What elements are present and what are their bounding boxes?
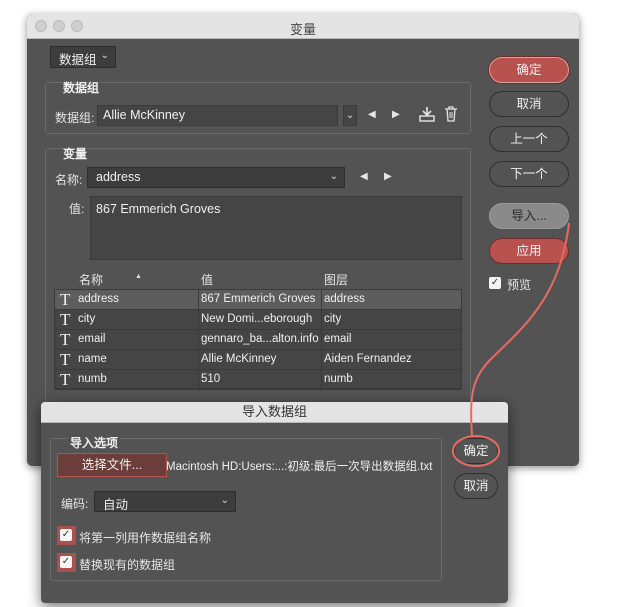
row-layer: email [324,333,352,345]
column-header-layer[interactable]: 图层 [324,271,348,288]
column-divider [198,310,199,329]
table-row[interactable]: T name Allie McKinney Aiden Fernandez [55,350,461,370]
row-layer: Aiden Fernandez [324,353,412,365]
column-header-value[interactable]: 值 [201,271,213,288]
preview-checkbox[interactable]: ✓ [489,277,501,289]
variables-table: T address 867 Emmerich Groves address T … [54,289,462,390]
first-column-name-label: 将第一列用作数据组名称 [79,531,212,545]
import-button[interactable]: 导入... [489,203,569,229]
next-dataset-arrow-icon[interactable]: ▶ [392,109,400,120]
text-layer-icon: T [60,350,71,369]
column-divider [321,330,322,349]
ok-button[interactable]: 确定 [489,57,569,83]
mode-select[interactable]: 数据组 ⌄ [50,46,116,68]
chevron-down-icon: ⌄ [329,171,338,182]
variables-group-heading: 变量 [63,147,88,161]
row-name: numb [78,373,107,385]
choose-file-button[interactable]: 选择文件... [57,453,167,477]
variables-window: 变量 数据组 ⌄ 数据组 数据组: Allie McKinney ⌄ ◀ ▶ 变… [27,14,579,466]
dataset-dropdown-button[interactable]: ⌄ [343,105,357,126]
import-dataset-dialog: 导入数据组 导入选项 选择文件... Macintosh HD:Users:..… [41,402,508,603]
row-name: city [78,313,96,325]
title-bar: 变量 [27,14,579,39]
chevron-down-icon: ⌄ [220,495,229,506]
import-dataset-icon[interactable] [418,105,436,123]
text-layer-icon: T [60,290,71,309]
dialog-cancel-button[interactable]: 取消 [454,473,498,499]
row-value: 867 Emmerich Groves [201,293,316,305]
row-layer: address [324,293,365,305]
variable-name-label: 名称: [55,173,83,187]
column-header-name[interactable]: 名称 [79,271,103,288]
row-value: gennaro_ba...alton.info [201,333,319,345]
cancel-button[interactable]: 取消 [489,91,569,117]
first-column-name-checkbox[interactable]: ✓ [60,529,72,541]
mode-select-value: 数据组 [59,53,97,67]
row-name: email [78,333,106,345]
row-name: address [78,293,119,305]
encoding-value: 自动 [103,498,129,512]
replace-datasets-label: 替换现有的数据组 [79,558,176,572]
sort-arrow-icon: ▲ [135,273,142,280]
column-divider [321,370,322,389]
window-title: 变量 [289,22,316,37]
chevron-down-icon: ⌄ [100,50,109,61]
dataset-field[interactable]: Allie McKinney [97,105,338,126]
table-row[interactable]: T numb 510 numb [55,370,461,390]
preview-label: 预览 [507,278,532,292]
previous-button[interactable]: 上一个 [489,126,569,152]
text-layer-icon: T [60,310,71,329]
row-layer: numb [324,373,353,385]
replace-datasets-checkbox[interactable]: ✓ [60,556,72,568]
column-divider [321,290,322,309]
dataset-group-heading: 数据组 [63,81,100,95]
variable-name-value: address [96,170,141,184]
table-row[interactable]: T address 867 Emmerich Groves address [55,290,461,310]
next-button[interactable]: 下一个 [489,161,569,187]
column-divider [321,310,322,329]
dialog-ok-button[interactable]: 确定 [454,438,498,464]
encoding-label: 编码: [61,497,89,511]
import-options-heading: 导入选项 [68,434,121,451]
variable-name-select[interactable]: address ⌄ [87,167,345,188]
row-value: Allie McKinney [201,353,277,365]
encoding-select[interactable]: 自动 ⌄ [94,491,236,512]
row-value: 510 [201,373,221,385]
column-divider [198,350,199,369]
column-divider [198,370,199,389]
table-row[interactable]: T email gennaro_ba...alton.info email [55,330,461,350]
next-variable-arrow-icon[interactable]: ▶ [384,171,392,182]
trash-icon[interactable] [444,106,458,122]
row-layer: city [324,313,342,325]
prev-dataset-arrow-icon[interactable]: ◀ [368,109,376,120]
row-name: name [78,353,107,365]
column-divider [198,290,199,309]
variable-value-textarea[interactable]: 867 Emmerich Groves [90,196,462,260]
table-row[interactable]: T city New Domi...eborough city [55,310,461,330]
text-layer-icon: T [60,330,71,349]
column-divider [321,350,322,369]
text-layer-icon: T [60,370,71,389]
prev-variable-arrow-icon[interactable]: ◀ [360,171,368,182]
column-divider [198,330,199,349]
dataset-label: 数据组: [55,111,95,125]
dialog-title: 导入数据组 [41,402,508,423]
row-value: New Domi...eborough [201,313,313,325]
file-path-text: Macintosh HD:Users:...:初级:最后一次导出数据组.txt [166,461,433,473]
variable-value-label: 值: [69,202,85,216]
apply-button[interactable]: 应用 [489,238,569,264]
